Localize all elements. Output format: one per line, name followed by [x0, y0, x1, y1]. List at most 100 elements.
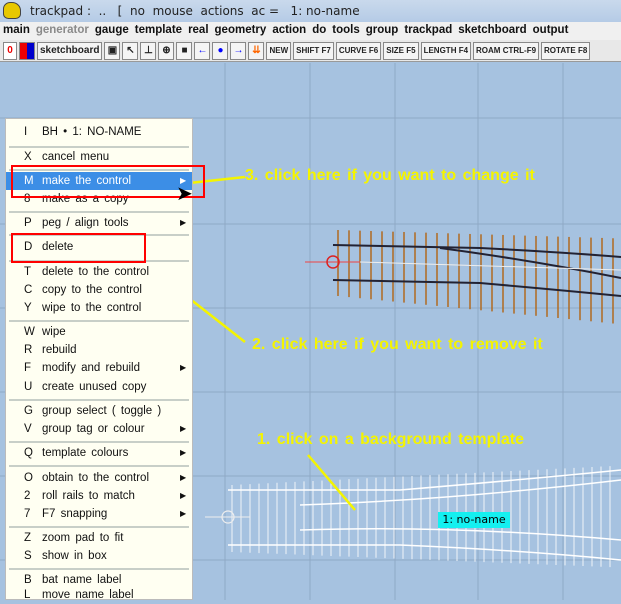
- double-down-icon[interactable]: ⇊: [248, 41, 265, 60]
- menu-item-label: modify and rebuild: [42, 362, 140, 374]
- dot-icon[interactable]: ●: [212, 41, 229, 60]
- sketchboard-button[interactable]: sketchboard: [37, 41, 103, 60]
- menu-item-group-select-toggle[interactable]: Ggroup select ( toggle ): [6, 402, 192, 420]
- menu-real[interactable]: real: [185, 22, 211, 40]
- menu-item-rebuild[interactable]: Rrebuild: [6, 341, 192, 359]
- menu-item-key: 7: [24, 508, 31, 520]
- menu-item-label: rebuild: [42, 344, 77, 356]
- menu-item-label: create unused copy: [42, 381, 147, 393]
- ruler-icon[interactable]: ⊥: [140, 41, 157, 60]
- menu-item-label: template colours: [42, 447, 129, 459]
- menu-item-label: F7 snapping: [42, 508, 108, 520]
- arrow-right-icon[interactable]: →: [230, 41, 247, 60]
- menu-item-bh-1-no-name[interactable]: I BH • 1: NO-NAME: [6, 123, 192, 141]
- menu-item-key: Z: [24, 532, 32, 544]
- annotation-step2: 2. click here if you want to remove it: [252, 336, 543, 353]
- menu-action[interactable]: action: [269, 22, 309, 40]
- frame-icon[interactable]: ▣: [104, 41, 121, 60]
- menu-item-group-tag-or-colour[interactable]: Vgroup tag or colour ▶: [6, 420, 192, 438]
- menu-item-label: copy to the control: [42, 284, 142, 296]
- submenu-arrow-icon: ▶: [180, 473, 187, 482]
- menu-item-key: L: [24, 589, 31, 601]
- menu-item-label: group tag or colour: [42, 423, 145, 435]
- menu-item-show-in-box[interactable]: Sshow in box: [6, 547, 192, 565]
- menu-separator: [9, 320, 189, 322]
- toolbar-button-rotate[interactable]: ROTATE F8: [541, 41, 591, 60]
- pointer-icon[interactable]: ↖: [122, 41, 139, 60]
- menu-tools[interactable]: tools: [329, 22, 362, 40]
- menu-item-label: zoom pad to fit: [42, 532, 124, 544]
- toolbar-button-roam[interactable]: ROAM CTRL-F9: [473, 41, 540, 60]
- menu-separator: [9, 526, 189, 528]
- highlight-box-delete: [11, 233, 146, 263]
- menu-template[interactable]: template: [132, 22, 185, 40]
- menu-gauge[interactable]: gauge: [92, 22, 132, 40]
- submenu-arrow-icon: ▶: [180, 363, 187, 372]
- template-name-label[interactable]: 1: no-name: [438, 512, 510, 528]
- menu-item-key: O: [24, 472, 33, 484]
- menu-item-label: move name label: [42, 589, 134, 601]
- menu-item-create-unused-copy[interactable]: Ucreate unused copy: [6, 378, 192, 396]
- colour-icon[interactable]: [19, 41, 35, 60]
- menu-item-key: 2: [24, 490, 31, 502]
- background-template: [231, 466, 611, 568]
- menu-item-label: peg / align tools: [42, 217, 129, 229]
- control-rails: [332, 244, 621, 297]
- menu-output[interactable]: output: [530, 22, 572, 40]
- menu-item-key: U: [24, 381, 33, 393]
- toolbar-button-new[interactable]: NEW: [266, 41, 292, 60]
- toolbar: 0 sketchboard ▣ ↖ ⊥ ⊕ ■ ← ● → ⇊ NEW SHIFT…: [0, 40, 621, 62]
- menu-separator: [9, 441, 189, 443]
- menu-item-modify-and-rebuild[interactable]: Fmodify and rebuild ▶: [6, 359, 192, 377]
- menu-item-roll-rails-to-match[interactable]: 2 roll rails to match ▶: [6, 487, 192, 505]
- toolbar-button-curve[interactable]: CURVE F6: [335, 41, 382, 60]
- target-icon[interactable]: ⊕: [158, 41, 175, 60]
- menu-item-cancel-menu[interactable]: Xcancel menu: [6, 148, 192, 166]
- menu-separator: [9, 399, 189, 401]
- menu-item-label: obtain to the control: [42, 472, 150, 484]
- toolbar-button-shift[interactable]: SHIFT F7: [293, 41, 334, 60]
- menu-do[interactable]: do: [309, 22, 329, 40]
- control-template: [337, 230, 614, 324]
- menu-item-wipe-to-the-control[interactable]: Ywipe to the control: [6, 299, 192, 317]
- menu-item-zoom-pad-to-fit[interactable]: Zzoom pad to fit: [6, 529, 192, 547]
- menu-bar: main generator gauge template real geometry ac…: [0, 22, 621, 40]
- menu-trackpad[interactable]: trackpad: [401, 22, 455, 40]
- menu-item-key: P: [24, 217, 32, 229]
- menu-generator[interactable]: generator: [33, 22, 92, 40]
- menu-item-label: wipe: [42, 326, 66, 338]
- toolbar-button-length[interactable]: LENGTH F4: [420, 41, 472, 60]
- menu-item-copy-to-the-control[interactable]: Ccopy to the control: [6, 281, 192, 299]
- arrow-left-icon[interactable]: ←: [194, 41, 211, 60]
- annotation-step1: 1. click on a background template: [257, 431, 524, 448]
- menu-item-label: group select ( toggle ): [42, 405, 162, 417]
- menu-item-key: Q: [24, 447, 33, 459]
- menu-item-key: Y: [24, 302, 32, 314]
- menu-item-f7-snapping[interactable]: 7 F7 snapping ▶: [6, 505, 192, 523]
- mouse-cursor-icon: ➤: [176, 181, 193, 205]
- zero-button[interactable]: 0: [3, 41, 17, 60]
- toolbar-button-size[interactable]: SIZE F5: [383, 41, 419, 60]
- menu-item-key: G: [24, 405, 33, 417]
- menu-item-delete-to-the-control[interactable]: Tdelete to the control: [6, 263, 192, 281]
- menu-item-obtain-to-the-control[interactable]: Oobtain to the control ▶: [6, 469, 192, 487]
- menu-item-move-name-label[interactable]: Lmove name label: [6, 586, 192, 604]
- menu-geometry[interactable]: geometry: [212, 22, 270, 40]
- menu-item-wipe[interactable]: Wwipe: [6, 323, 192, 341]
- menu-item-label: wipe to the control: [42, 302, 142, 314]
- menu-item-key: F: [24, 362, 32, 374]
- menu-item-key: S: [24, 550, 32, 562]
- menu-item-template-colours[interactable]: Qtemplate colours ▶: [6, 444, 192, 462]
- submenu-arrow-icon: ▶: [180, 218, 187, 227]
- app-icon: [3, 2, 21, 19]
- menu-main[interactable]: main: [0, 22, 33, 40]
- annotation-step3: 3. click here if you want to change it: [245, 167, 535, 184]
- menu-group[interactable]: group: [363, 22, 402, 40]
- menu-item-label: cancel menu: [42, 151, 110, 163]
- menu-item-key: W: [24, 326, 35, 338]
- menu-sketchboard[interactable]: sketchboard: [455, 22, 529, 40]
- menu-item-key: T: [24, 266, 32, 278]
- menu-item-peg-align-tools[interactable]: Ppeg / align tools ▶: [6, 214, 192, 232]
- submenu-arrow-icon: ▶: [180, 424, 187, 433]
- select-icon[interactable]: ■: [176, 41, 193, 60]
